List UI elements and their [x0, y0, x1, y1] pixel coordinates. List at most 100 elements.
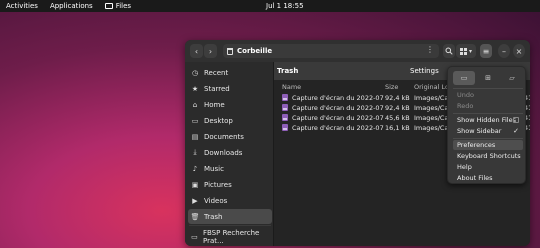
path-bar[interactable]: Corbeille ⋮	[223, 44, 439, 58]
sidebar-item-fbsp[interactable]: ▭ FBSP Recherche Prat...	[188, 228, 272, 245]
download-icon: ⤓	[193, 148, 197, 156]
hamburger-icon: ≡	[482, 46, 490, 56]
menu-item-show-hidden[interactable]: Show Hidden Files	[453, 115, 523, 125]
column-header-size[interactable]: Size	[385, 83, 398, 91]
new-folder-icon: ▱	[509, 74, 515, 82]
menu-item-show-sidebar[interactable]: Show Sidebar	[453, 126, 523, 136]
sidebar-item-label: Pictures	[204, 180, 232, 189]
sidebar-item-label: Starred	[204, 84, 230, 93]
trash-title: Trash	[277, 67, 299, 75]
clock[interactable]: Jul 1 18:55	[260, 2, 310, 10]
music-icon: ♪	[192, 164, 198, 173]
back-button[interactable]: ‹	[190, 44, 203, 58]
file-name: Capture d'écran du 2022-07-0...	[292, 104, 384, 112]
minimize-button[interactable]: –	[498, 44, 510, 58]
sidebar-item-starred[interactable]: ★ Starred	[188, 81, 272, 96]
new-folder-button[interactable]: ▱	[501, 71, 523, 85]
image-file-icon	[282, 114, 288, 121]
folder-icon: ▭	[191, 232, 198, 241]
column-header-name[interactable]: Name	[282, 83, 301, 91]
file-size: 92,4 kB	[385, 104, 410, 112]
video-icon: ▶	[192, 196, 198, 205]
applications-menu[interactable]: Applications	[44, 2, 99, 10]
sidebar-item-home[interactable]: ⌂ Home	[188, 97, 272, 112]
folder-icon	[104, 3, 113, 9]
close-icon: ×	[515, 46, 523, 56]
clock-icon: ◷	[191, 68, 199, 77]
sidebar-item-videos[interactable]: ▶ Videos	[188, 193, 272, 208]
sidebar-item-label: Downloads	[204, 148, 243, 157]
sidebar: ◷ Recent ★ Starred ⌂ Home ▭ Desktop ▤ Do…	[185, 62, 274, 246]
file-size: 16,1 kB	[385, 124, 410, 132]
new-tab-button[interactable]: ⊞	[477, 71, 499, 85]
grid-icon	[459, 47, 467, 55]
new-tab-icon: ⊞	[485, 74, 491, 82]
view-toggle-button[interactable]: ▾	[456, 44, 476, 58]
menu-divider	[453, 88, 523, 89]
main-menu-popover: ▭ ⊞ ▱ Undo Redo Show Hidden Files Show S…	[447, 66, 526, 184]
files-app-label: Files	[115, 2, 132, 10]
image-file-icon	[282, 104, 288, 111]
picture-icon: ▣	[191, 180, 199, 189]
file-size: 45,6 kB	[385, 114, 410, 122]
sidebar-item-label: Home	[204, 100, 225, 109]
sidebar-item-label: Videos	[204, 196, 228, 205]
search-icon	[445, 47, 453, 55]
activities-button[interactable]: Activities	[0, 2, 44, 10]
sidebar-divider	[189, 225, 271, 226]
menu-item-redo[interactable]: Redo	[453, 101, 523, 111]
trash-icon	[227, 47, 233, 55]
document-icon: ▤	[191, 132, 199, 141]
menu-divider	[453, 113, 523, 114]
chevron-left-icon: ‹	[194, 46, 199, 56]
close-button[interactable]: ×	[513, 44, 525, 58]
chevron-down-icon: ▾	[468, 47, 472, 55]
search-button[interactable]	[443, 44, 455, 58]
sidebar-item-label: Documents	[204, 132, 244, 141]
header-bar: ‹ › Corbeille ⋮ ▾ ≡ – ×	[185, 40, 530, 62]
file-name: Capture d'écran du 2022-07-0...	[292, 124, 384, 132]
sidebar-item-desktop[interactable]: ▭ Desktop	[188, 113, 272, 128]
image-file-icon	[282, 124, 288, 131]
menu-item-undo[interactable]: Undo	[453, 90, 523, 100]
forward-button[interactable]: ›	[204, 44, 217, 58]
sidebar-item-recent[interactable]: ◷ Recent	[188, 65, 272, 80]
main-menu-button[interactable]: ≡	[480, 44, 492, 58]
kebab-menu-icon[interactable]: ⋮	[426, 45, 434, 54]
sidebar-item-label: Desktop	[204, 116, 233, 125]
top-bar: Activities Applications Files Jul 1 18:5…	[0, 0, 540, 12]
new-window-button[interactable]: ▭	[453, 71, 475, 85]
chevron-right-icon: ›	[208, 46, 213, 56]
image-file-icon	[282, 94, 288, 101]
sidebar-item-downloads[interactable]: ⤓ Downloads	[188, 145, 272, 160]
sidebar-item-documents[interactable]: ▤ Documents	[188, 129, 272, 144]
desktop-icon: ▭	[191, 116, 199, 125]
sidebar-item-music[interactable]: ♪ Music	[188, 161, 272, 176]
sidebar-item-pictures[interactable]: ▣ Pictures	[188, 177, 272, 192]
sidebar-item-label: Recent	[204, 68, 229, 77]
new-window-buttons: ▭ ⊞ ▱	[453, 71, 523, 85]
sidebar-item-label: Music	[204, 164, 224, 173]
menu-item-help[interactable]: Help	[453, 162, 523, 172]
menu-item-label: Show Hidden Files	[457, 116, 516, 124]
sidebar-item-label: FBSP Recherche Prat...	[202, 228, 260, 245]
menu-divider	[453, 138, 523, 139]
files-app-menu[interactable]: Files	[99, 2, 137, 10]
file-name: Capture d'écran du 2022-07-0...	[292, 94, 384, 102]
show-sidebar-checkbox[interactable]	[513, 128, 519, 134]
home-icon: ⌂	[192, 100, 198, 109]
sidebar-item-trash[interactable]: 🗑︎ Trash	[188, 209, 272, 224]
menu-item-preferences[interactable]: Preferences	[453, 140, 523, 150]
trash-icon: 🗑︎	[190, 212, 200, 221]
minimize-icon: –	[502, 46, 506, 56]
column-header-original-location[interactable]: Original Lo	[414, 83, 449, 91]
file-size: 92,4 kB	[385, 94, 410, 102]
menu-item-keyboard-shortcuts[interactable]: Keyboard Shortcuts	[453, 151, 523, 161]
file-name: Capture d'écran du 2022-07-0...	[292, 114, 384, 122]
show-hidden-checkbox[interactable]	[513, 117, 519, 123]
menu-item-about[interactable]: About Files	[453, 173, 523, 183]
trash-settings-button[interactable]: Settings	[410, 67, 439, 75]
menu-item-label: Show Sidebar	[457, 127, 502, 135]
path-label: Corbeille	[237, 47, 273, 55]
sidebar-item-label: Trash	[204, 212, 223, 221]
